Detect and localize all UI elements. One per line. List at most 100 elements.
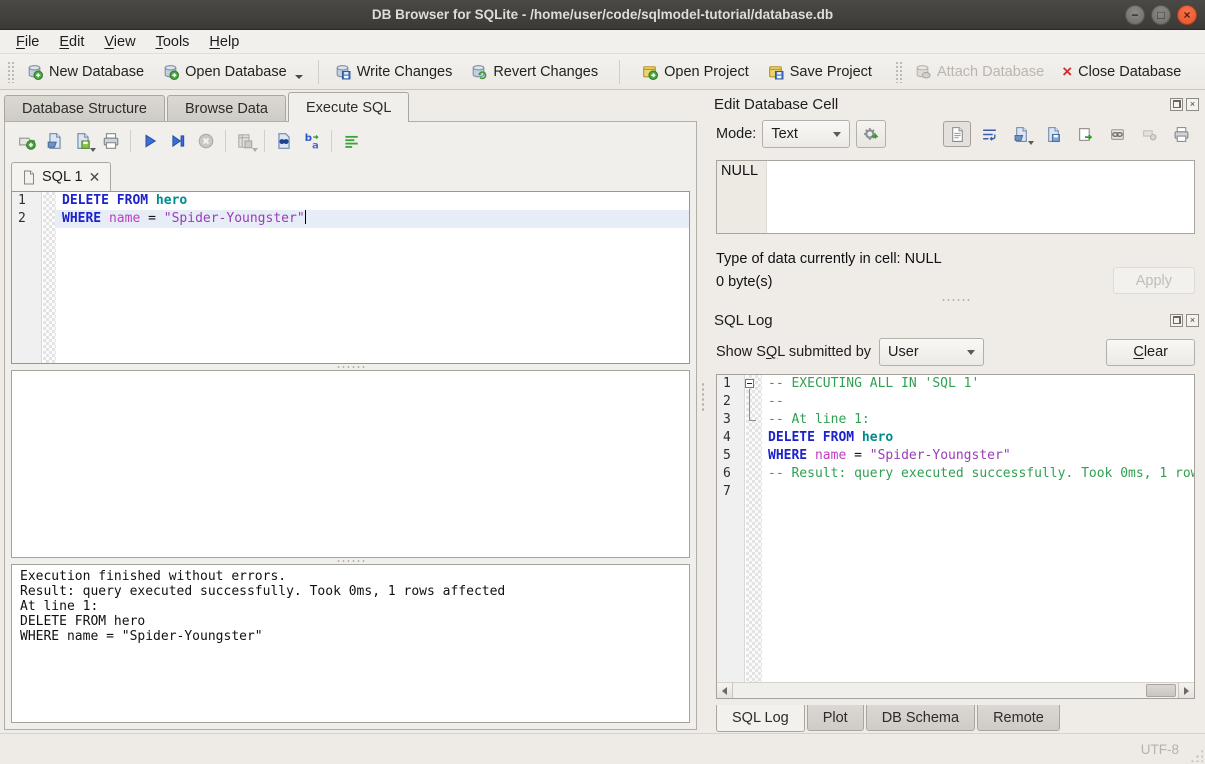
save-project-button[interactable]: Save Project: [758, 59, 881, 84]
sql-log-header: SQL Log ×: [706, 306, 1205, 330]
titlebar: DB Browser for SQLite - /home/user/code/…: [0, 0, 1205, 30]
edit-cell-toolbar: Mode: Text: [706, 114, 1205, 154]
menu-edit[interactable]: Edit: [49, 32, 94, 52]
maximize-button[interactable]: □: [1151, 5, 1171, 25]
resize-grip[interactable]: [1190, 749, 1203, 762]
float-log-panel-icon[interactable]: [1170, 314, 1183, 327]
open-project-icon: [641, 63, 658, 80]
code-line: 1DELETE FROM hero: [12, 192, 689, 210]
mode-label: Mode:: [716, 126, 756, 142]
export-cell-icon[interactable]: [1039, 121, 1067, 147]
new-database-icon: [26, 63, 43, 80]
statusbar: UTF-8: [0, 733, 1205, 764]
find-button[interactable]: [270, 128, 298, 154]
tab-db-schema[interactable]: DB Schema: [866, 705, 975, 731]
format-sql-button[interactable]: [337, 128, 365, 154]
main-area: Database Structure Browse Data Execute S…: [0, 90, 1205, 733]
toolbar-drag-handle-2[interactable]: [895, 61, 902, 83]
text-mode-icon[interactable]: [943, 121, 971, 147]
pane-splitter[interactable]: [699, 92, 706, 733]
cell-editor[interactable]: NULL: [716, 160, 1195, 234]
attach-database-button: Attach Database: [905, 59, 1053, 84]
sql-toolbar: ba: [5, 122, 696, 160]
stop-execution-button: [192, 128, 220, 154]
editor-results-splitter[interactable]: [5, 364, 696, 370]
save-results-button: [231, 128, 259, 154]
execute-current-line-button[interactable]: [164, 128, 192, 154]
toolbar-drag-handle[interactable]: [7, 61, 14, 83]
close-log-panel-icon[interactable]: ×: [1186, 314, 1199, 327]
code-line: 3-- At line 1:: [717, 411, 1194, 429]
tab-plot[interactable]: Plot: [807, 705, 864, 731]
scroll-left-icon[interactable]: [717, 683, 733, 698]
menu-view[interactable]: View: [94, 32, 145, 52]
open-database-dropdown[interactable]: [295, 75, 303, 79]
apply-button: Apply: [1113, 267, 1195, 294]
import-cell-icon[interactable]: [1007, 121, 1035, 147]
log-horizontal-scrollbar[interactable]: [717, 682, 1194, 698]
close-sql-tab-icon[interactable]: ✕: [89, 169, 101, 186]
code-line: 1-- EXECUTING ALL IN 'SQL 1': [717, 375, 1194, 393]
cell-log-splitter[interactable]: [706, 294, 1205, 306]
sql1-tab[interactable]: SQL 1 ✕: [11, 162, 111, 191]
cell-type-info: Type of data currently in cell: NULL: [716, 248, 1113, 271]
open-sql-file-button[interactable]: [41, 128, 69, 154]
close-panel-icon[interactable]: ×: [1186, 98, 1199, 111]
open-project-button[interactable]: Open Project: [632, 59, 758, 84]
tab-sql-log[interactable]: SQL Log: [716, 705, 805, 732]
minimize-button[interactable]: −: [1125, 5, 1145, 25]
close-button[interactable]: ×: [1177, 5, 1197, 25]
main-toolbar: New Database Open Database Write Changes…: [0, 54, 1205, 90]
execution-log[interactable]: Execution finished without errors.Result…: [11, 564, 690, 723]
revert-changes-icon: [470, 63, 487, 80]
save-sql-file-button[interactable]: [69, 128, 97, 154]
print-sql-button[interactable]: [97, 128, 125, 154]
execute-all-button[interactable]: [136, 128, 164, 154]
scroll-right-icon[interactable]: [1178, 683, 1194, 698]
menubar: File Edit View Tools Help: [0, 30, 1205, 54]
grid-log-splitter[interactable]: [5, 558, 696, 564]
code-line: 5WHERE name = "Spider-Youngster": [717, 447, 1194, 465]
copy-link-icon[interactable]: [1103, 121, 1131, 147]
float-panel-icon[interactable]: [1170, 98, 1183, 111]
tab-remote[interactable]: Remote: [977, 705, 1060, 731]
sql-file-tabbar: SQL 1 ✕: [5, 160, 696, 191]
close-database-icon: ×: [1062, 65, 1072, 79]
menu-tools[interactable]: Tools: [146, 32, 200, 52]
attach-database-icon: [914, 63, 931, 80]
open-database-button[interactable]: Open Database: [153, 59, 312, 84]
encoding-indicator[interactable]: UTF-8: [1141, 742, 1179, 757]
menu-file[interactable]: File: [6, 32, 49, 52]
code-line: 6-- Result: query executed successfully.…: [717, 465, 1194, 483]
print-cell-icon[interactable]: [1167, 121, 1195, 147]
submitted-by-select[interactable]: User: [879, 338, 984, 366]
revert-changes-button[interactable]: Revert Changes: [461, 59, 607, 84]
dock-tabbar: SQL Log Plot DB Schema Remote: [706, 699, 1205, 733]
right-pane: Edit Database Cell × Mode: Text NULL: [706, 90, 1205, 733]
code-line: 2WHERE name = "Spider-Youngster": [12, 210, 689, 228]
write-changes-button[interactable]: Write Changes: [325, 59, 462, 84]
save-project-icon: [767, 63, 784, 80]
null-shortcut-icon: [1135, 121, 1163, 147]
scrollbar-thumb[interactable]: [1146, 684, 1176, 697]
open-database-icon: [162, 63, 179, 80]
new-sql-tab-button[interactable]: [13, 128, 41, 154]
sql-log-view[interactable]: 1-- EXECUTING ALL IN 'SQL 1'2--3-- At li…: [716, 374, 1195, 699]
save-as-icon[interactable]: [1071, 121, 1099, 147]
find-replace-button[interactable]: ba: [298, 128, 326, 154]
svg-text:b: b: [305, 133, 312, 144]
set-null-button[interactable]: [856, 120, 886, 148]
tab-browse-data[interactable]: Browse Data: [167, 95, 286, 122]
new-database-button[interactable]: New Database: [17, 59, 153, 84]
menu-help[interactable]: Help: [199, 32, 249, 52]
close-database-button[interactable]: × Close Database: [1053, 60, 1190, 84]
code-line: 7: [717, 483, 1194, 501]
results-grid[interactable]: [11, 370, 690, 558]
mode-select[interactable]: Text: [762, 120, 850, 148]
sql-editor[interactable]: 1DELETE FROM hero2WHERE name = "Spider-Y…: [11, 191, 690, 364]
word-wrap-icon[interactable]: [975, 121, 1003, 147]
cell-value: NULL: [717, 161, 767, 233]
clear-log-button[interactable]: Clear: [1106, 339, 1195, 366]
tab-execute-sql[interactable]: Execute SQL: [288, 92, 409, 122]
tab-database-structure[interactable]: Database Structure: [4, 95, 165, 122]
